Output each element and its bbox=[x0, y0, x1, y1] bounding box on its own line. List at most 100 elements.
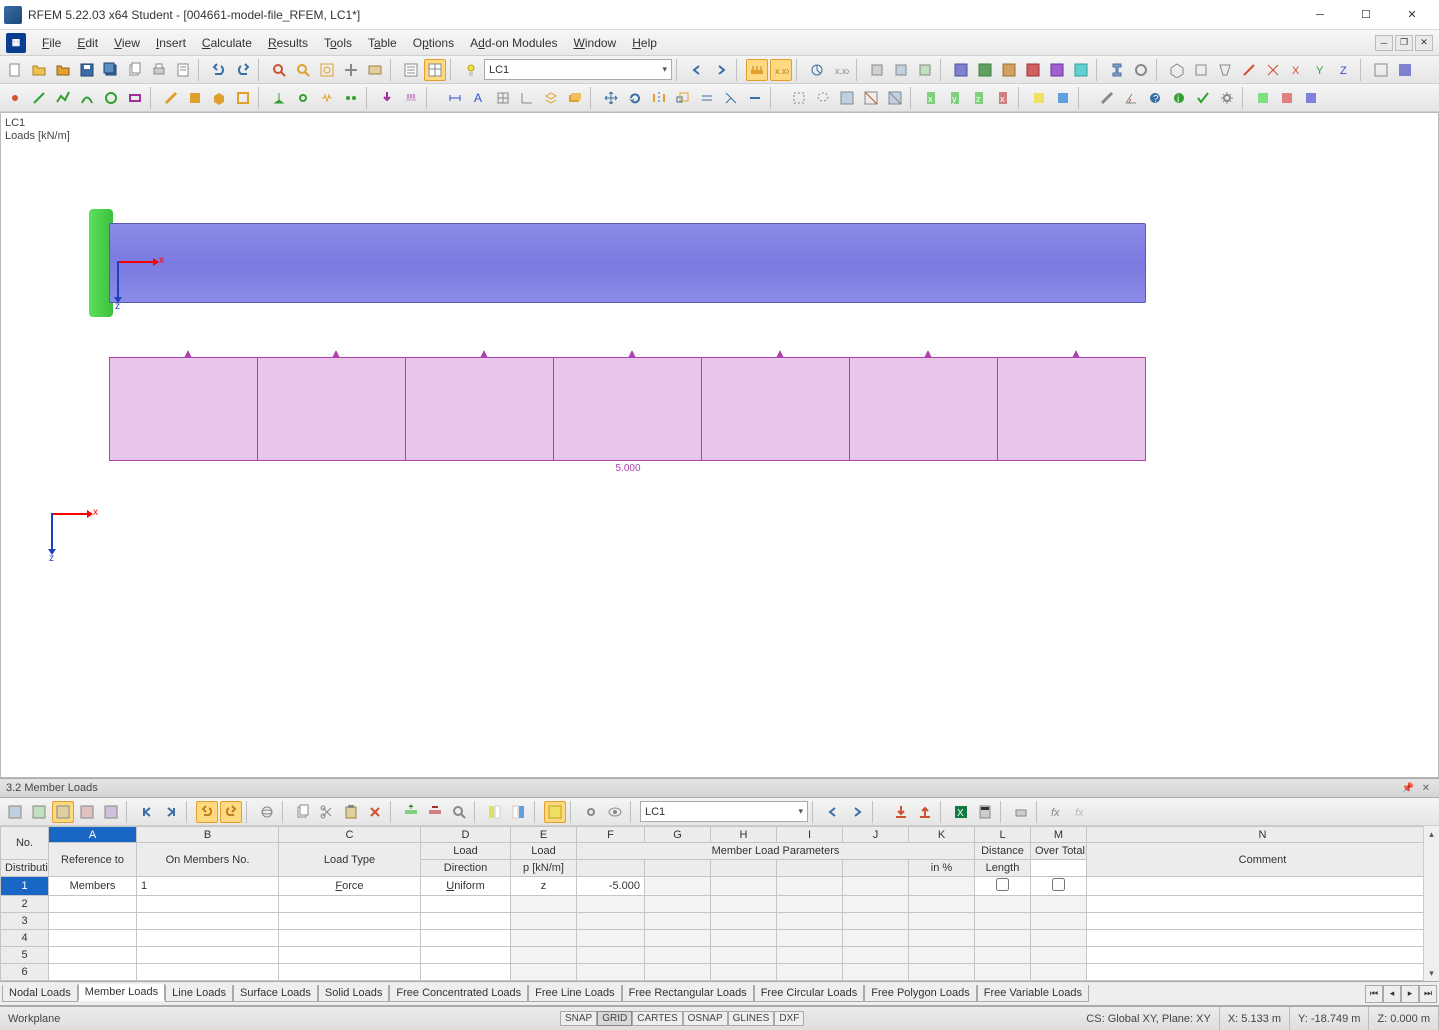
mdi-restore-button[interactable]: ❐ bbox=[1395, 35, 1413, 51]
node-icon[interactable] bbox=[4, 87, 26, 109]
toggle-grid[interactable]: GRID bbox=[597, 1011, 632, 1026]
row-num[interactable]: 3 bbox=[1, 913, 49, 930]
tab-nav-next[interactable]: ▸ bbox=[1401, 985, 1419, 1003]
cell-h[interactable] bbox=[711, 877, 777, 896]
cell-empty[interactable] bbox=[1087, 896, 1439, 913]
pt-insrow-icon[interactable] bbox=[400, 801, 422, 823]
toggle-osnap[interactable]: OSNAP bbox=[683, 1011, 728, 1026]
th-i[interactable] bbox=[711, 860, 777, 877]
light-icon[interactable] bbox=[460, 59, 482, 81]
cell-empty[interactable] bbox=[279, 981, 421, 983]
cell-empty[interactable] bbox=[421, 930, 511, 947]
print-icon[interactable] bbox=[148, 59, 170, 81]
gear-icon[interactable] bbox=[1216, 87, 1238, 109]
cell-empty[interactable] bbox=[421, 981, 511, 983]
cell-empty[interactable] bbox=[1087, 981, 1439, 983]
menu-calculate[interactable]: Calculate bbox=[194, 34, 260, 52]
cell-empty[interactable] bbox=[1031, 913, 1087, 930]
tab-nav-prev[interactable]: ◂ bbox=[1383, 985, 1401, 1003]
undo-icon[interactable] bbox=[208, 59, 230, 81]
cell-empty[interactable] bbox=[279, 930, 421, 947]
new-file-icon[interactable] bbox=[4, 59, 26, 81]
menu-results[interactable]: Results bbox=[260, 34, 316, 52]
cell-empty[interactable] bbox=[645, 896, 711, 913]
view-side-icon[interactable] bbox=[1238, 59, 1260, 81]
cell-empty[interactable] bbox=[975, 913, 1031, 930]
row-num[interactable]: 6 bbox=[1, 964, 49, 981]
cell-empty[interactable] bbox=[279, 947, 421, 964]
th-params[interactable]: Member Load Parameters bbox=[577, 843, 975, 860]
menu-view[interactable]: View bbox=[106, 34, 148, 52]
th-b[interactable]: On Members No. bbox=[137, 843, 279, 877]
pt-icon-2[interactable] bbox=[28, 801, 50, 823]
sel-invert-icon[interactable] bbox=[884, 87, 906, 109]
view-y-icon[interactable]: Y bbox=[1310, 59, 1332, 81]
row-num[interactable]: 2 bbox=[1, 896, 49, 913]
filter-off-icon[interactable]: x bbox=[992, 87, 1014, 109]
toggle-cartes[interactable]: CARTES bbox=[632, 1011, 682, 1026]
menu-addon[interactable]: Add-on Modules bbox=[462, 34, 565, 52]
cell-empty[interactable] bbox=[645, 981, 711, 983]
overtotal-checkbox[interactable] bbox=[1052, 878, 1065, 891]
col-i-letter[interactable]: I bbox=[777, 827, 843, 843]
cell-empty[interactable] bbox=[577, 913, 645, 930]
cell-empty[interactable] bbox=[1087, 913, 1439, 930]
cell-empty[interactable] bbox=[49, 964, 137, 981]
pt-cut-icon[interactable] bbox=[316, 801, 338, 823]
scroll-up-icon[interactable]: ▴ bbox=[1424, 826, 1439, 842]
tab-line-loads[interactable]: Line Loads bbox=[165, 985, 233, 1002]
pt-excel-icon[interactable]: X bbox=[950, 801, 972, 823]
cell-direction[interactable]: z bbox=[511, 877, 577, 896]
mdi-close-button[interactable]: ✕ bbox=[1415, 35, 1433, 51]
pt-first-icon[interactable] bbox=[136, 801, 158, 823]
col-c-letter[interactable]: C bbox=[279, 827, 421, 843]
filter-y-icon[interactable]: y bbox=[944, 87, 966, 109]
pt-fx-icon[interactable]: fx bbox=[1046, 801, 1068, 823]
layers-icon[interactable] bbox=[564, 87, 586, 109]
list-icon[interactable] bbox=[400, 59, 422, 81]
cell-overtotal[interactable] bbox=[1031, 877, 1087, 896]
cell-empty[interactable] bbox=[975, 964, 1031, 981]
cell-empty[interactable] bbox=[843, 896, 909, 913]
next-lc-icon[interactable] bbox=[710, 59, 732, 81]
scroll-down-icon[interactable]: ▾ bbox=[1424, 965, 1439, 981]
pt-view-icon[interactable] bbox=[604, 801, 626, 823]
col-b-letter[interactable]: B bbox=[137, 827, 279, 843]
show-loads-icon[interactable] bbox=[746, 59, 768, 81]
tab-nodal-loads[interactable]: Nodal Loads bbox=[2, 985, 78, 1002]
cell-empty[interactable] bbox=[909, 930, 975, 947]
menu-window[interactable]: Window bbox=[566, 34, 625, 52]
cell-empty[interactable] bbox=[1031, 947, 1087, 964]
pt-icon-5[interactable] bbox=[100, 801, 122, 823]
render-solid-icon[interactable] bbox=[1394, 59, 1416, 81]
solid-icon[interactable] bbox=[208, 87, 230, 109]
panel-close-icon[interactable]: ✕ bbox=[1419, 781, 1433, 795]
tool-icon-3[interactable] bbox=[914, 59, 936, 81]
pt-redo-icon[interactable] bbox=[220, 801, 242, 823]
cell-empty[interactable] bbox=[711, 930, 777, 947]
tool-icon-2[interactable] bbox=[890, 59, 912, 81]
panel-pin-icon[interactable]: 📌 bbox=[1401, 781, 1415, 795]
pt-find-icon[interactable] bbox=[448, 801, 470, 823]
release-icon[interactable] bbox=[340, 87, 362, 109]
scale-icon[interactable] bbox=[672, 87, 694, 109]
tab-free-line-loads[interactable]: Free Line Loads bbox=[528, 985, 622, 1002]
th-m-top[interactable]: Over Total bbox=[1031, 843, 1087, 860]
menu-help[interactable]: Help bbox=[624, 34, 665, 52]
layer-icon[interactable] bbox=[540, 87, 562, 109]
cell-empty[interactable] bbox=[843, 981, 909, 983]
view-icon[interactable] bbox=[364, 59, 386, 81]
menu-options[interactable]: Options bbox=[405, 34, 462, 52]
tab-free-concentrated-loads[interactable]: Free Concentrated Loads bbox=[389, 985, 528, 1002]
extend-icon[interactable] bbox=[744, 87, 766, 109]
cell-p[interactable]: -5.000 bbox=[577, 877, 645, 896]
col-h-letter[interactable]: H bbox=[711, 827, 777, 843]
cell-empty[interactable] bbox=[1087, 930, 1439, 947]
cell-empty[interactable] bbox=[711, 981, 777, 983]
col-1-icon[interactable] bbox=[1252, 87, 1274, 109]
cell-empty[interactable] bbox=[1031, 981, 1087, 983]
cell-comment[interactable] bbox=[1087, 877, 1439, 896]
pt-calc-icon[interactable] bbox=[974, 801, 996, 823]
grid-icon[interactable] bbox=[492, 87, 514, 109]
cell-empty[interactable] bbox=[777, 896, 843, 913]
